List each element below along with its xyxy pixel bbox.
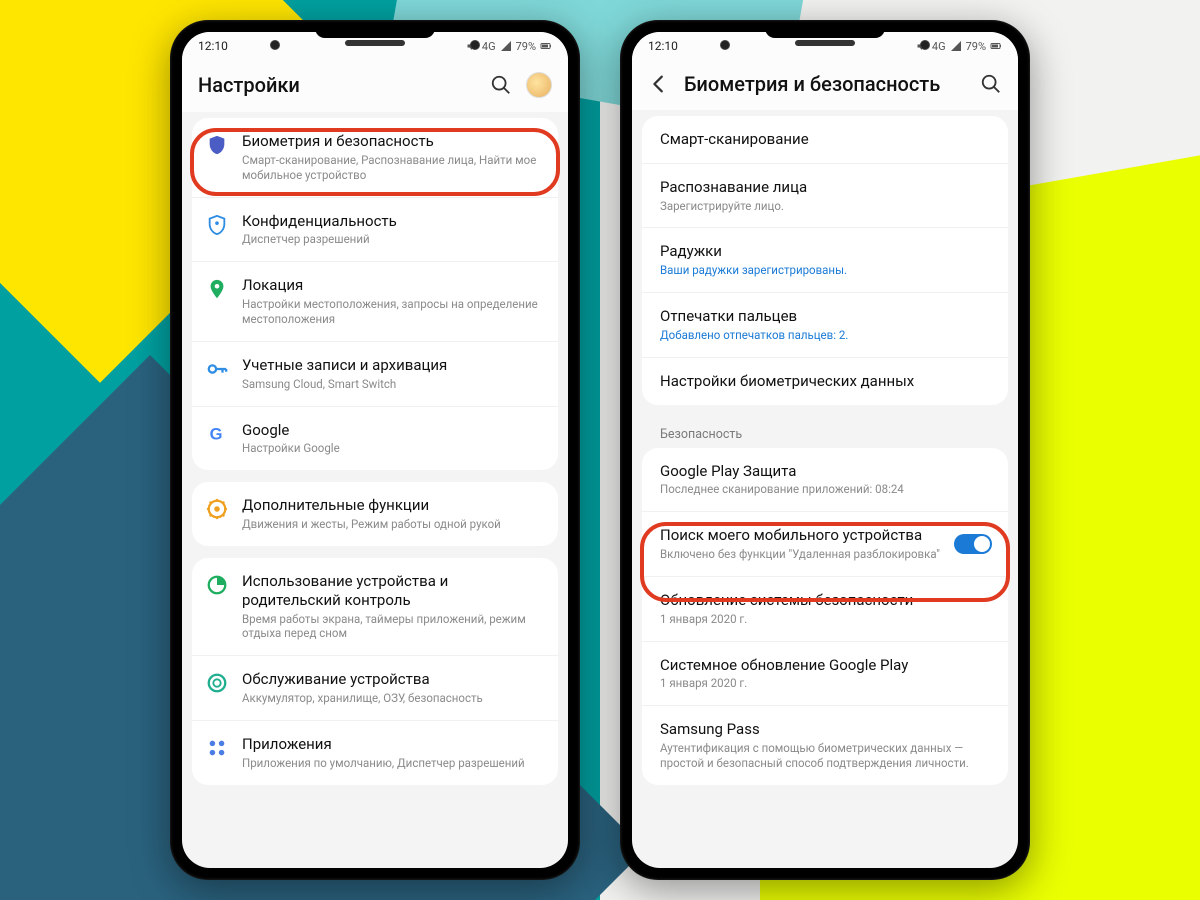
settings-row[interactable]: Приложения Приложения по умолчанию, Диспе… (192, 721, 558, 785)
row-subtitle: Смарт-сканирование, Распознавание лица, … (242, 153, 542, 183)
settings-row[interactable]: Поиск моего мобильного устройства Включен… (642, 512, 1008, 577)
row-title: Локация (242, 276, 542, 295)
settings-row[interactable]: Смарт-сканирование (642, 116, 1008, 164)
row-subtitle: Настройки Google (242, 441, 542, 456)
row-subtitle: Диспетчер разрешений (242, 232, 542, 247)
row-title: Обновление системы безопасности (660, 591, 992, 610)
row-title: Конфиденциальность (242, 212, 542, 231)
header: Настройки (182, 60, 568, 112)
row-subtitle: 1 января 2020 г. (660, 612, 992, 627)
row-subtitle: Движения и жесты, Режим работы одной рук… (242, 517, 542, 532)
page-title: Настройки (198, 73, 476, 97)
row-subtitle: Аккумулятор, хранилище, ОЗУ, безопасност… (242, 691, 542, 706)
page-title: Биометрия и безопасность (684, 72, 966, 96)
svg-text:G: G (210, 425, 223, 443)
gear-badge-icon (206, 498, 228, 520)
search-icon (980, 73, 1002, 95)
phone-left: 12:10 4G 79% Настройки Биометрия и безоп… (170, 20, 580, 880)
settings-row[interactable]: Биометрия и безопасность Смарт-сканирован… (192, 118, 558, 198)
row-subtitle: Включено без функции "Удаленная разблоки… (660, 547, 954, 562)
row-title: Использование устройства и родительский … (242, 572, 542, 610)
status-bar: 12:10 4G 79% (632, 32, 1018, 60)
row-title: Обслуживание устройства (242, 670, 542, 689)
row-title: Распознавание лица (660, 178, 992, 197)
settings-row[interactable]: Распознавание лица Зарегистрируйте лицо. (642, 164, 1008, 229)
row-subtitle: Ваши радужки зарегистрированы. (660, 263, 992, 278)
settings-row[interactable]: КонфиденциальностьДиспетчер разрешений (192, 198, 558, 263)
row-subtitle: Аутентификация с помощью биометрических … (660, 741, 992, 771)
settings-row[interactable]: Использование устройства и родительский … (192, 558, 558, 656)
row-subtitle: Приложения по умолчанию, Диспетчер разре… (242, 756, 542, 771)
apps-icon (206, 737, 228, 759)
battery-icon (540, 40, 552, 52)
shield-filled-icon (206, 134, 228, 156)
settings-row[interactable]: Обновление системы безопасности 1 января … (642, 577, 1008, 642)
signal-icon (500, 40, 512, 52)
row-subtitle: Настройки местоположения, запросы на опр… (242, 297, 542, 327)
settings-row[interactable]: Радужки Ваши радужки зарегистрированы. (642, 228, 1008, 293)
g-icon: G (206, 423, 228, 445)
back-icon (648, 73, 670, 95)
header: Биометрия и безопасность (632, 60, 1018, 110)
row-title: Поиск моего мобильного устройства (660, 526, 954, 545)
status-time: 12:10 (648, 39, 678, 53)
search-icon (490, 74, 512, 96)
row-subtitle: 1 января 2020 г. (660, 676, 992, 691)
row-subtitle: Samsung Cloud, Smart Switch (242, 377, 542, 392)
section-header: Безопасность (642, 417, 1008, 448)
pin-icon (206, 278, 228, 300)
battery-icon (990, 40, 1002, 52)
device-care-icon (206, 672, 228, 694)
settings-row[interactable]: Настройки биометрических данных (642, 358, 1008, 405)
row-title: Настройки биометрических данных (660, 372, 992, 391)
row-title: Samsung Pass (660, 720, 992, 739)
status-time: 12:10 (198, 39, 228, 53)
row-title: Биометрия и безопасность (242, 132, 542, 151)
settings-row[interactable]: Учетные записи и архивация Samsung Cloud,… (192, 342, 558, 407)
row-subtitle: Зарегистрируйте лицо. (660, 199, 992, 214)
row-subtitle: Добавлено отпечатков пальцев: 2. (660, 328, 992, 343)
toggle-switch[interactable] (954, 534, 992, 554)
settings-row[interactable]: Отпечатки пальцев Добавлено отпечатков па… (642, 293, 1008, 358)
row-title: Системное обновление Google Play (660, 656, 992, 675)
signal-icon (950, 40, 962, 52)
settings-row[interactable]: Samsung Pass Аутентификация с помощью био… (642, 706, 1008, 785)
key-icon (206, 358, 228, 380)
back-button[interactable] (648, 73, 670, 95)
settings-row[interactable]: Google Play ЗащитаПоследнее сканирование… (642, 448, 1008, 513)
settings-row[interactable]: G GoogleНастройки Google (192, 407, 558, 471)
settings-row[interactable]: Обслуживание устройства Аккумулятор, хран… (192, 656, 558, 721)
row-subtitle: Время работы экрана, таймеры приложений,… (242, 612, 542, 642)
search-button[interactable] (490, 74, 512, 96)
row-title: Отпечатки пальцев (660, 307, 992, 326)
settings-row[interactable]: Системное обновление Google Play1 января… (642, 642, 1008, 707)
status-bar: 12:10 4G 79% (182, 32, 568, 60)
settings-row[interactable]: Дополнительные функции Движения и жесты, … (192, 482, 558, 546)
row-title: Смарт-сканирование (660, 130, 992, 149)
row-title: Дополнительные функции (242, 496, 542, 515)
shield-outline-icon (206, 214, 228, 236)
settings-row[interactable]: Локация Настройки местоположения, запросы… (192, 262, 558, 342)
row-title: Google (242, 421, 542, 440)
row-subtitle: Последнее сканирование приложений: 08:24 (660, 482, 992, 497)
row-title: Учетные записи и архивация (242, 356, 542, 375)
row-title: Приложения (242, 735, 542, 754)
wellbeing-icon (206, 574, 228, 596)
phone-right: 12:10 4G 79% Биометрия и безопасность (620, 20, 1030, 880)
row-title: Google Play Защита (660, 462, 992, 481)
row-title: Радужки (660, 242, 992, 261)
search-button[interactable] (980, 73, 1002, 95)
avatar[interactable] (526, 72, 552, 98)
